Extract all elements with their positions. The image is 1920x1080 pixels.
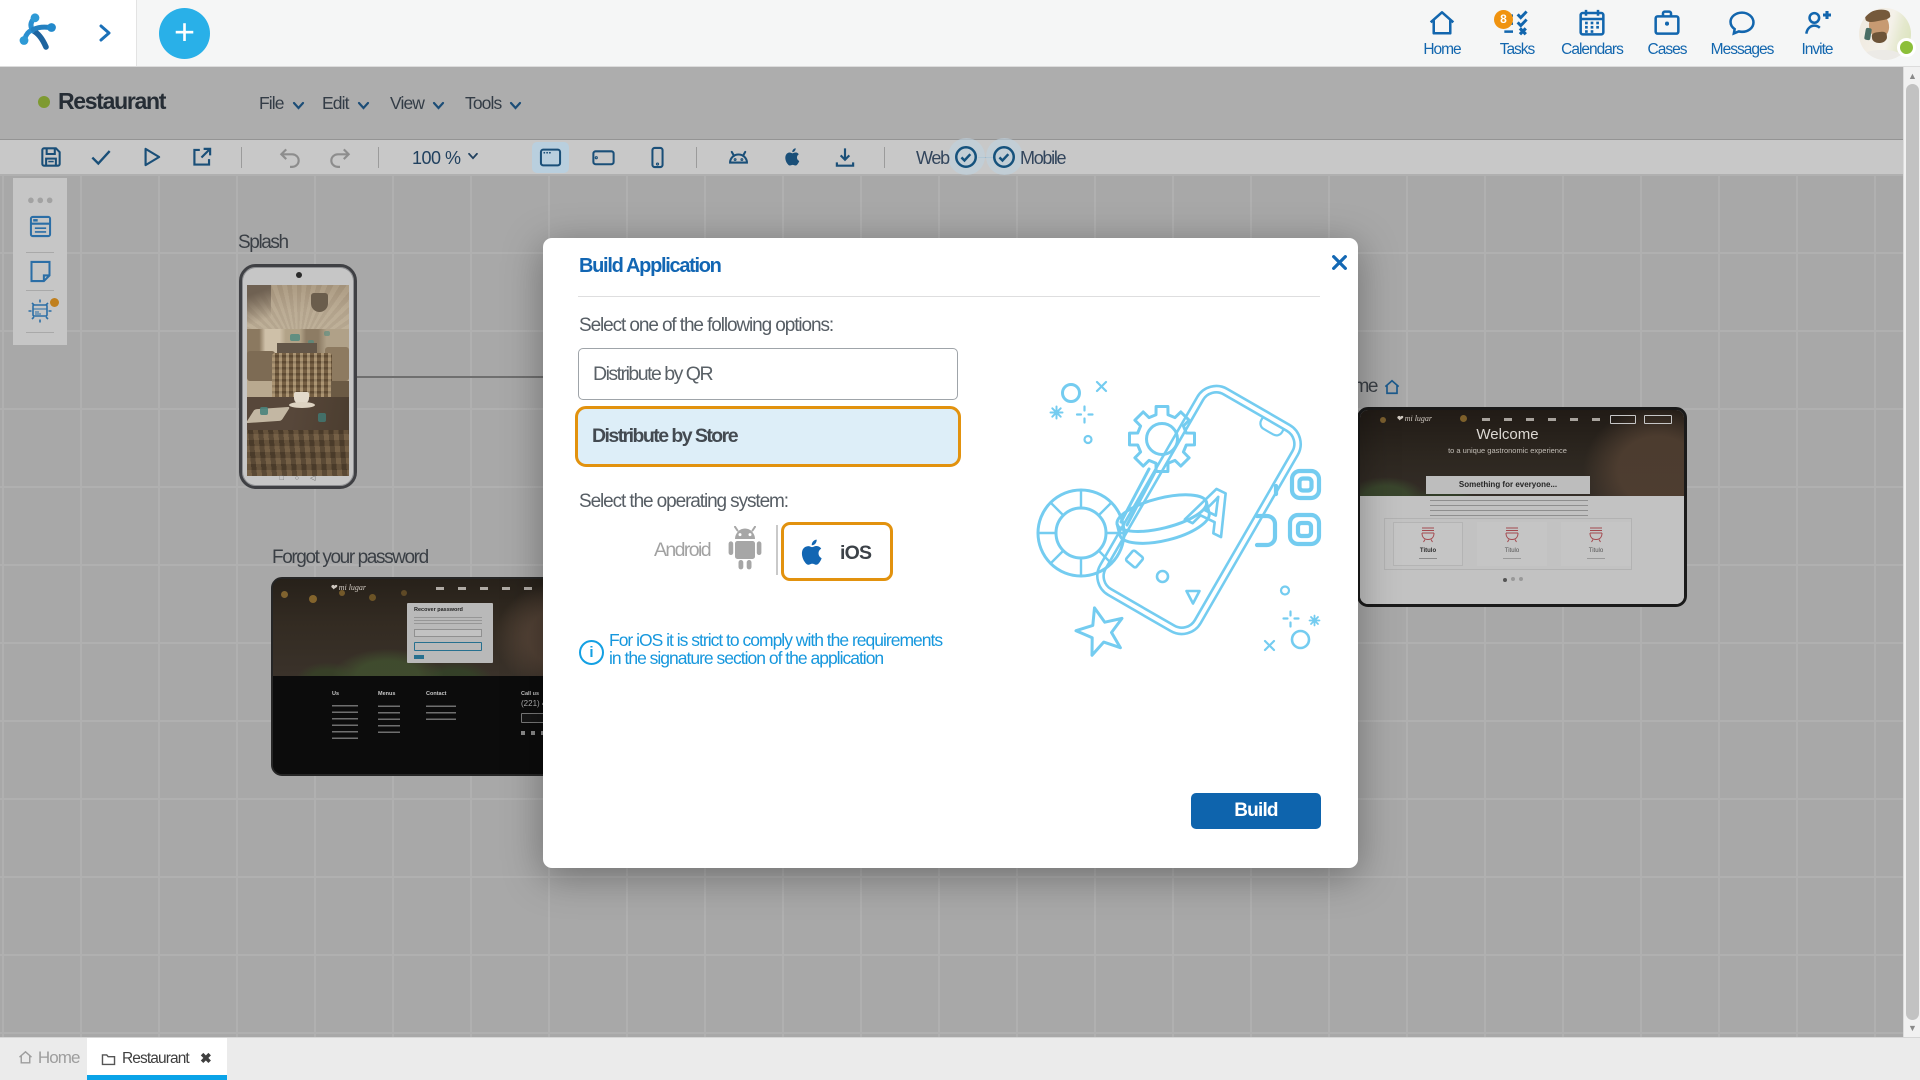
svg-text:A: A xyxy=(1178,470,1246,549)
